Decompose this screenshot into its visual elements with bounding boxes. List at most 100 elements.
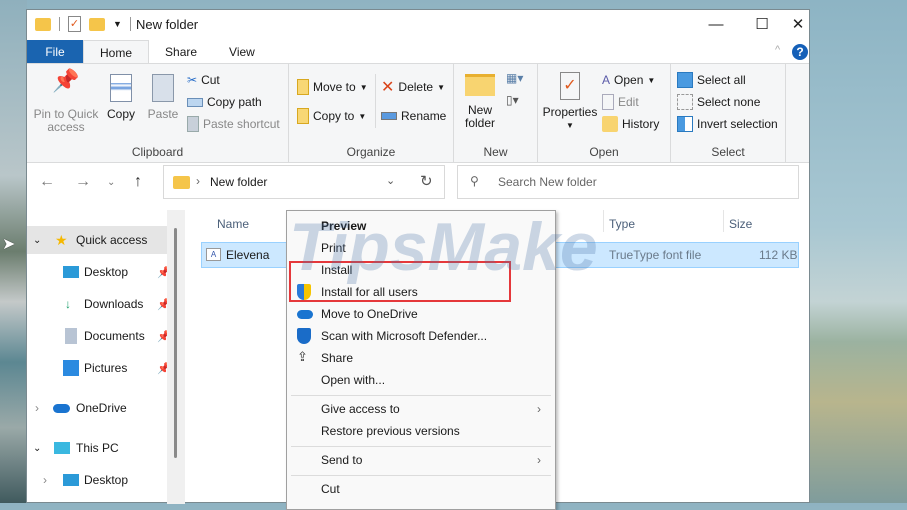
scissors-icon: ✂	[187, 73, 198, 87]
search-placeholder[interactable]: Search New folder	[498, 175, 597, 189]
easy-access-button[interactable]: ▯▾	[506, 93, 519, 107]
collapse-ribbon-icon[interactable]: ^	[775, 44, 780, 56]
sidebar-item-quick-access[interactable]: ⌄ ★ Quick access	[27, 226, 175, 254]
sidebar-item-documents[interactable]: Documents 📌	[27, 322, 175, 350]
new-group: New folder ▦▾ ▯▾ New	[454, 64, 538, 162]
customize-dropdown-icon[interactable]: ▼	[113, 19, 122, 29]
font-file-icon: A	[206, 248, 221, 261]
menu-item-send-to[interactable]: Send to ›	[287, 449, 555, 471]
ribbon-tabs: File Home Share View	[27, 40, 271, 64]
sidebar-item-pictures[interactable]: Pictures 📌	[27, 354, 175, 382]
sidebar-item-onedrive[interactable]: › OneDrive	[27, 394, 175, 422]
menu-item-print[interactable]: Print	[287, 237, 555, 259]
menu-item-cut[interactable]: Cut	[287, 478, 555, 500]
open-icon: A	[602, 73, 611, 87]
select-none-button[interactable]: Select none	[677, 93, 760, 111]
menu-separator	[291, 446, 551, 447]
window-title: New folder	[136, 17, 199, 32]
expand-chevron-icon: ⌄	[33, 442, 42, 454]
tab-file[interactable]: File	[27, 40, 83, 64]
menu-item-share[interactable]: ⇪ Share	[287, 347, 555, 369]
column-header-type[interactable]: Type	[609, 217, 635, 231]
pictures-icon	[63, 360, 79, 376]
clipboard-group-label: Clipboard	[131, 145, 184, 159]
search-box[interactable]: ⚲ Search New folder	[457, 165, 799, 199]
computer-icon	[54, 442, 70, 454]
sidebar-item-downloads[interactable]: ↓ Downloads 📌	[27, 290, 175, 318]
menu-item-scan-defender[interactable]: Scan with Microsoft Defender...	[287, 325, 555, 347]
pin-icon: 📌	[52, 68, 80, 93]
minimize-button[interactable]: —	[693, 10, 739, 38]
file-explorer-window: ✓ ▼ New folder — ☐ ✕ ^ ? File Home Share…	[26, 9, 811, 510]
folder-icon	[173, 176, 190, 189]
history-button[interactable]: History	[602, 115, 659, 133]
copy-to-icon	[297, 108, 309, 124]
menu-item-preview[interactable]: Preview	[287, 215, 555, 237]
back-button[interactable]: ←	[39, 173, 55, 191]
sidebar-item-this-pc[interactable]: ⌄ This PC	[27, 434, 175, 462]
tab-view[interactable]: View	[213, 40, 271, 64]
select-all-button[interactable]: Select all	[677, 71, 746, 89]
copy-path-button[interactable]: Copy path	[187, 93, 262, 111]
properties-icon[interactable]: ✓	[68, 16, 81, 32]
paste-icon	[152, 74, 174, 102]
new-folder-button[interactable]: New folder	[460, 74, 500, 130]
select-all-icon	[677, 72, 693, 88]
copy-button[interactable]: Copy	[101, 74, 141, 121]
sidebar-item-this-pc-desktop[interactable]: › Desktop	[27, 466, 175, 494]
rename-icon	[381, 112, 397, 120]
maximize-button[interactable]: ☐	[739, 10, 785, 38]
close-button[interactable]: ✕	[785, 10, 811, 38]
mouse-cursor-icon: ➤	[2, 236, 16, 253]
edit-button[interactable]: Edit	[602, 93, 639, 111]
tab-share[interactable]: Share	[149, 40, 213, 64]
copy-to-button[interactable]: Copy to ▼	[297, 107, 366, 125]
new-group-label: New	[483, 145, 508, 159]
delete-button[interactable]: ✕ Delete ▼	[381, 78, 445, 96]
breadcrumb-new-folder[interactable]: New folder	[210, 175, 267, 189]
ribbon: 📌 Pin to Quick access Copy Paste ✂ Cut Co…	[27, 63, 809, 163]
paste-shortcut-button[interactable]: Paste shortcut	[187, 115, 280, 133]
menu-item-restore-previous-versions[interactable]: Restore previous versions	[287, 420, 555, 442]
sidebar-item-desktop[interactable]: Desktop 📌	[27, 258, 175, 286]
column-header-size[interactable]: Size	[729, 217, 752, 231]
move-to-button[interactable]: Move to ▼	[297, 78, 368, 96]
help-icon[interactable]: ?	[792, 44, 808, 60]
new-folder-icon[interactable]	[89, 17, 105, 31]
column-header-name[interactable]: Name	[217, 217, 249, 231]
cut-button[interactable]: ✂ Cut	[187, 71, 220, 89]
context-menu: Preview Print Install Install for all us…	[286, 210, 556, 510]
pin-to-quick-access-button[interactable]: 📌 Pin to Quick access	[31, 68, 101, 134]
up-button[interactable]: ↑	[134, 173, 142, 191]
folder-icon[interactable]	[35, 17, 51, 31]
submenu-arrow-icon: ›	[537, 453, 541, 467]
paste-button[interactable]: Paste	[143, 74, 183, 121]
tab-home[interactable]: Home	[83, 40, 150, 64]
open-button[interactable]: A Open ▼	[602, 71, 655, 89]
properties-checkmark-icon: ✓	[560, 72, 580, 100]
menu-item-open-with[interactable]: Open with...	[287, 369, 555, 391]
select-group: Select all Select none Invert selection …	[671, 64, 786, 162]
rename-button[interactable]: Rename	[381, 107, 446, 125]
edit-icon	[602, 94, 614, 110]
star-icon: ★	[55, 231, 68, 248]
recent-locations-button[interactable]: ⌄	[107, 177, 115, 188]
clipboard-group: 📌 Pin to Quick access Copy Paste ✂ Cut Co…	[27, 64, 289, 162]
scrollbar-thumb[interactable]	[174, 228, 177, 458]
forward-button[interactable]: →	[75, 173, 91, 191]
address-dropdown-icon[interactable]: ⌄	[386, 174, 395, 187]
sidebar-scrollbar[interactable]	[167, 210, 185, 504]
properties-button[interactable]: ✓ Properties ▼	[542, 72, 598, 132]
new-item-button[interactable]: ▦▾	[506, 71, 523, 85]
expand-chevron-icon: ›	[35, 401, 39, 415]
menu-separator	[291, 475, 551, 476]
menu-item-move-to-onedrive[interactable]: Move to OneDrive	[287, 303, 555, 325]
refresh-icon[interactable]: ↻	[420, 172, 433, 190]
address-bar[interactable]: › New folder ⌄ ↻	[163, 165, 445, 199]
breadcrumb-chevron-icon: ›	[196, 174, 200, 188]
menu-item-give-access-to[interactable]: Give access to ›	[287, 398, 555, 420]
documents-icon	[65, 328, 77, 344]
invert-selection-button[interactable]: Invert selection	[677, 115, 778, 133]
file-name: Elevena	[226, 248, 270, 262]
quick-access-toolbar: ✓ ▼	[35, 16, 131, 32]
